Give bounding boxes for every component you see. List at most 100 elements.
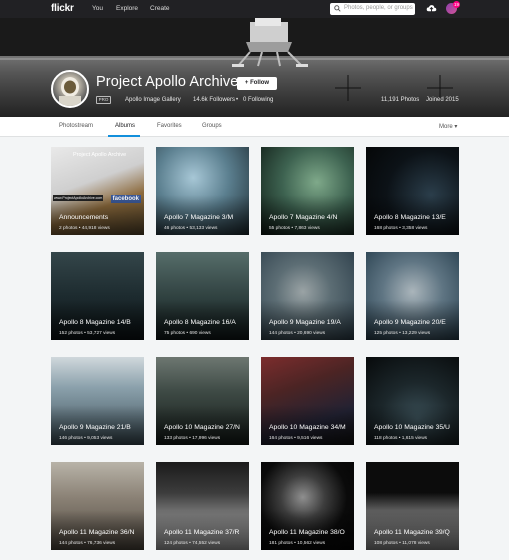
- album-photo-count: 46 photos: [164, 226, 186, 231]
- album-stats: 146 photos • 9,053 views: [59, 436, 112, 441]
- more-label: More: [439, 124, 453, 130]
- upload-cloud-icon[interactable]: [426, 3, 437, 14]
- album-view-count: 9,516 views: [297, 436, 323, 441]
- album-view-count: 76,736 views: [87, 541, 116, 546]
- album-title: Announcements: [59, 214, 109, 221]
- tab-photostream[interactable]: Photostream: [59, 123, 93, 129]
- album-card[interactable]: Apollo 9 Magazine 21/B 146 photos • 9,053…: [51, 357, 144, 445]
- profile-avatar[interactable]: [51, 70, 89, 108]
- album-title: Apollo 8 Magazine 14/B: [59, 319, 131, 326]
- album-stats: 2 photos • 44,918 views: [59, 226, 110, 231]
- album-photo-count: 144 photos: [59, 541, 83, 546]
- album-stats: 152 photos • 53,727 views: [59, 331, 115, 336]
- album-card[interactable]: Apollo 7 Magazine 3/M 46 photos • 53,133 …: [156, 147, 249, 235]
- nav-link-you[interactable]: You: [92, 5, 103, 12]
- profile-tabs: Photostream Albums Favorites Groups More…: [0, 117, 509, 137]
- album-view-count: 44,918 views: [81, 226, 110, 231]
- album-stats: 168 photos • 3,358 views: [374, 226, 427, 231]
- lunar-module-image: [232, 18, 308, 67]
- follow-button[interactable]: + Follow: [237, 77, 277, 90]
- album-title: Apollo 10 Magazine 35/U: [374, 424, 450, 431]
- chevron-down-icon: ▾: [454, 124, 458, 130]
- cover-photo: Project Apollo Archive + Follow PRO Apol…: [0, 18, 509, 117]
- album-stats: 124 photos • 74,552 views: [164, 541, 220, 546]
- pro-badge: PRO: [96, 96, 111, 104]
- album-card[interactable]: Apollo 11 Magazine 37/R 124 photos • 74,5…: [156, 462, 249, 550]
- album-title: Apollo 11 Magazine 37/R: [164, 529, 240, 536]
- album-title: Apollo 11 Magazine 38/O: [269, 529, 345, 536]
- album-view-count: 1,615 views: [401, 436, 428, 441]
- album-stats: 55 photos • 7,863 views: [269, 226, 320, 231]
- album-photo-count: 55 photos: [269, 226, 291, 231]
- joined-date: Joined 2015: [426, 97, 459, 103]
- album-view-count: 690 views: [189, 331, 211, 336]
- album-photo-count: 118 photos: [374, 436, 398, 441]
- album-card[interactable]: Apollo 8 Magazine 13/E 168 photos • 3,358…: [366, 147, 459, 235]
- album-card[interactable]: Apollo 9 Magazine 20/E 125 photos • 13,22…: [366, 252, 459, 340]
- album-stats: 133 photos • 17,996 views: [164, 436, 220, 441]
- album-card[interactable]: Apollo 8 Magazine 16/A 75 photos • 690 vi…: [156, 252, 249, 340]
- album-card[interactable]: Apollo 11 Magazine 36/N 144 photos • 76,7…: [51, 462, 144, 550]
- crosshair-mark: [335, 75, 361, 101]
- album-title: Apollo 9 Magazine 19/A: [269, 319, 341, 326]
- album-card[interactable]: Apollo 7 Magazine 4/N 55 photos • 7,863 v…: [261, 147, 354, 235]
- album-photo-count: 2 photos: [59, 226, 78, 231]
- album-card[interactable]: Apollo 11 Magazine 38/O 181 photos • 10,5…: [261, 462, 354, 550]
- album-stats: 181 photos • 10,562 views: [269, 541, 325, 546]
- tab-favorites[interactable]: Favorites: [157, 123, 182, 129]
- astronaut-icon: [59, 77, 81, 106]
- album-card[interactable]: Apollo 11 Magazine 39/Q 108 photos • 11,0…: [366, 462, 459, 550]
- following-separator: •: [236, 97, 239, 103]
- album-title: Apollo 10 Magazine 27/N: [164, 424, 240, 431]
- search-placeholder: Photos, people, or groups: [344, 5, 413, 11]
- tab-albums[interactable]: Albums: [115, 123, 135, 129]
- album-title: Apollo 9 Magazine 20/E: [374, 319, 446, 326]
- nav-link-create[interactable]: Create: [150, 5, 170, 12]
- album-stats: 46 photos • 53,133 views: [164, 226, 217, 231]
- album-photo-count: 108 photos: [374, 541, 398, 546]
- album-stats: 144 photos • 76,736 views: [59, 541, 115, 546]
- album-overlay-heading: Project Apollo Archive: [73, 152, 127, 158]
- following-count[interactable]: 0 Following: [243, 97, 273, 103]
- album-photo-count: 124 photos: [164, 541, 188, 546]
- album-title: Apollo 7 Magazine 3/M: [164, 214, 234, 221]
- notification-badge[interactable]: 19: [453, 1, 460, 8]
- followers-count[interactable]: 14.6k Followers: [193, 97, 235, 103]
- album-photo-count: 152 photos: [59, 331, 83, 336]
- follow-label: Follow: [250, 80, 270, 86]
- search-input[interactable]: Photos, people, or groups: [330, 3, 415, 15]
- album-title: Apollo 7 Magazine 4/N: [269, 214, 338, 221]
- flickr-logo[interactable]: flickr: [51, 3, 74, 14]
- album-view-count: 13,229 views: [402, 331, 431, 336]
- album-view-count: 11,078 views: [402, 541, 430, 546]
- tab-more[interactable]: More ▾: [439, 123, 457, 130]
- album-view-count: 53,727 views: [87, 331, 116, 336]
- album-view-count: 17,996 views: [192, 436, 221, 441]
- top-nav-bar: flickr You Explore Create Photos, people…: [0, 0, 509, 18]
- album-card[interactable]: Apollo 10 Magazine 27/N 133 photos • 17,9…: [156, 357, 249, 445]
- album-photo-count: 168 photos: [374, 226, 398, 231]
- tab-groups[interactable]: Groups: [202, 123, 222, 129]
- album-card[interactable]: Apollo 10 Magazine 35/U 118 photos • 1,61…: [366, 357, 459, 445]
- profile-name: Project Apollo Archive: [96, 74, 239, 90]
- album-card[interactable]: Apollo 8 Magazine 14/B 152 photos • 53,72…: [51, 252, 144, 340]
- album-stats: 164 photos • 9,516 views: [269, 436, 322, 441]
- album-view-count: 74,552 views: [192, 541, 221, 546]
- album-card[interactable]: Apollo 9 Magazine 19/A 144 photos • 20,69…: [261, 252, 354, 340]
- album-view-count: 3,358 views: [402, 226, 428, 231]
- album-card[interactable]: Apollo 10 Magazine 34/M 164 photos • 9,51…: [261, 357, 354, 445]
- album-view-count: 20,690 views: [297, 331, 326, 336]
- album-stats: 144 photos • 20,690 views: [269, 331, 325, 336]
- album-photo-count: 75 photos: [164, 331, 186, 336]
- album-title: Apollo 10 Magazine 34/M: [269, 424, 346, 431]
- album-card[interactable]: Project Apollo Archivefacebookwww.Projec…: [51, 147, 144, 235]
- album-stats: 125 photos • 13,229 views: [374, 331, 430, 336]
- nav-link-explore[interactable]: Explore: [116, 5, 138, 12]
- gallery-name: Apollo Image Gallery: [125, 97, 181, 103]
- album-stats: 108 photos • 11,078 views: [374, 541, 430, 546]
- album-view-count: 10,562 views: [297, 541, 326, 546]
- album-photo-count: 144 photos: [269, 331, 293, 336]
- album-view-count: 9,053 views: [87, 436, 113, 441]
- album-photo-count: 181 photos: [269, 541, 293, 546]
- album-view-count: 53,133 views: [189, 226, 218, 231]
